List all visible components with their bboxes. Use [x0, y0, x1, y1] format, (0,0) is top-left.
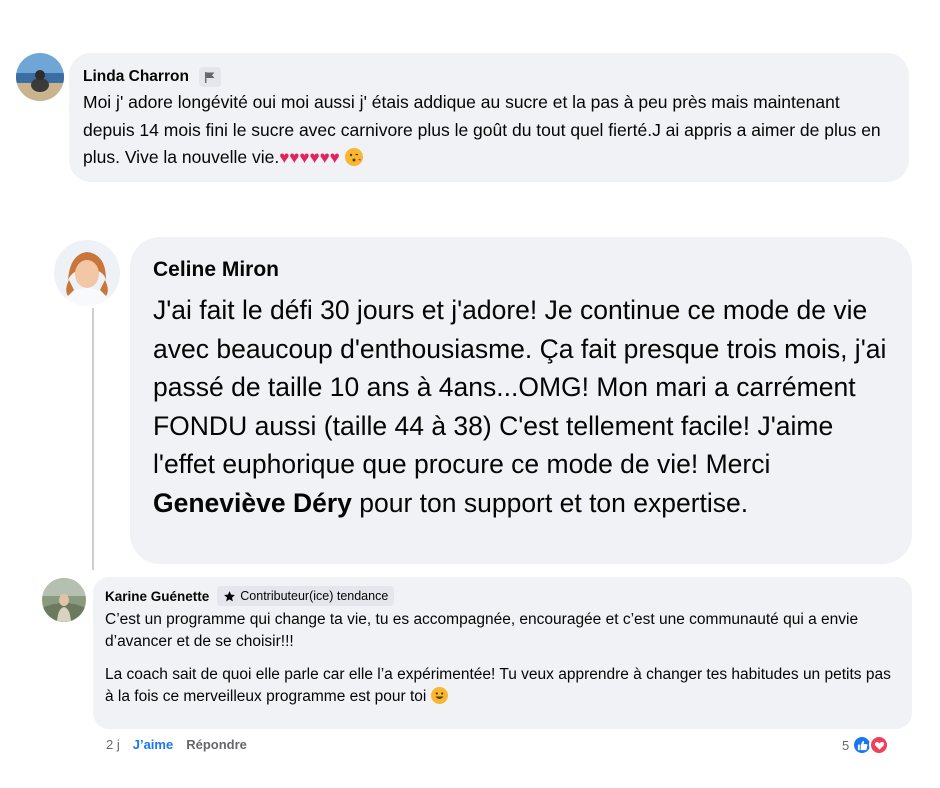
comment-author[interactable]: Celine Miron [153, 257, 890, 283]
contributor-badge[interactable]: Contributeur(ice) tendance [217, 586, 395, 606]
flag-icon[interactable] [198, 67, 221, 87]
love-reaction-icon [869, 735, 890, 755]
reaction-count: 5 [842, 737, 850, 753]
clipped-action-row [88, 184, 528, 188]
comment-thread: Linda Charron Moi j' adore longévité oui… [0, 0, 940, 788]
mention-link[interactable]: Geneviève Déry [153, 488, 352, 518]
badge-label: Contributeur(ice) tendance [240, 589, 389, 603]
star-icon [224, 590, 236, 601]
avatar-celine-miron[interactable] [54, 240, 120, 306]
comment-paragraph-1: C’est un programme qui change ta vie, tu… [105, 611, 859, 650]
comment-author[interactable]: Linda Charron [83, 68, 189, 86]
comment-author[interactable]: Karine Guénette [105, 589, 209, 604]
thread-connector-line [92, 308, 94, 570]
face-blowing-kiss-icon [344, 148, 363, 166]
like-button[interactable]: J’aime [133, 737, 173, 752]
comment-actions: 2 j J’aime Répondre [106, 737, 247, 752]
avatar-karine-guenette[interactable] [42, 578, 86, 622]
reaction-summary[interactable]: 5 [842, 735, 890, 755]
two-hearts-icon: ♥♥ [279, 148, 300, 167]
comment-bubble-3: Karine Guénette Contributeur(ice) tendan… [93, 577, 912, 729]
comment-text: Moi j' adore longévité oui moi aussi j' … [83, 92, 881, 167]
comment-paragraph-2: La coach sait de quoi elle parle car ell… [105, 666, 891, 705]
grinning-face-icon [430, 687, 448, 704]
avatar-linda-charron[interactable] [16, 53, 64, 101]
comment-bubble-1: Linda Charron Moi j' adore longévité oui… [69, 53, 909, 182]
comment-timestamp[interactable]: 2 j [106, 737, 120, 752]
reply-button[interactable]: Répondre [186, 737, 247, 752]
comment-text: J'ai fait le défi 30 jours et j'adore! J… [153, 295, 887, 518]
two-hearts-icon: ♥♥ [319, 148, 340, 167]
comment-bubble-2: Celine Miron J'ai fait le défi 30 jours … [130, 237, 912, 564]
two-hearts-icon: ♥♥ [299, 148, 320, 167]
